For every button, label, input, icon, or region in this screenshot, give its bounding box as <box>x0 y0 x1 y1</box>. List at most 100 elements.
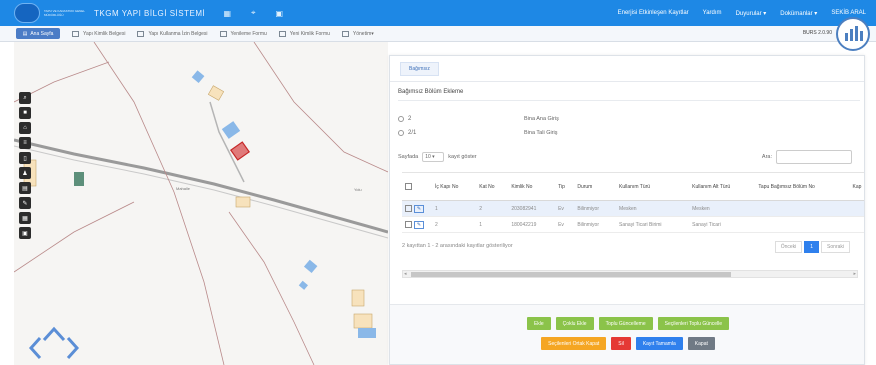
building-beige <box>207 85 225 101</box>
subbar-item-yapi-kullanma[interactable]: Yapı Kullanma İzin Belgesi <box>137 30 208 37</box>
map-search-icon[interactable]: ⌕ <box>19 92 31 104</box>
panel-header: Bağımsız <box>390 56 864 82</box>
building-beige <box>353 313 373 329</box>
subbar-item-yapi-kimlik[interactable]: Yapı Kimlik Belgesi <box>72 30 125 37</box>
subbar-item-yonetim[interactable]: Yönetim ▾ <box>341 30 374 37</box>
page-length-control: Sayfada 10 ▾ kayıt göster <box>398 152 477 162</box>
building-blue <box>221 121 241 139</box>
map-home-icon[interactable]: ⌂ <box>19 122 31 134</box>
col-kullanim-turu[interactable]: Kullanım Türü <box>616 172 690 201</box>
delete-button[interactable]: Sil <box>611 337 631 350</box>
multi-add-button[interactable]: Çoklu Ekle <box>555 317 594 330</box>
building-selected <box>229 141 251 161</box>
road-label: Mahalle <box>176 186 191 191</box>
road-main <box>14 138 388 234</box>
document-icon <box>278 30 286 37</box>
document-icon <box>137 30 145 37</box>
update-selected-button[interactable]: Seçilenleri Toplu Güncelle <box>657 317 730 330</box>
pager-prev[interactable]: Önceki <box>774 241 803 253</box>
col-kap[interactable]: Kap <box>849 172 864 201</box>
sub-toolbar: ▤ Ana Sayfa Yapı Kimlik Belgesi Yapı Kul… <box>0 26 876 42</box>
map-nav-up-icon <box>42 326 66 342</box>
radio-option-2[interactable]: 2 <box>398 116 411 122</box>
parcel-line <box>14 201 135 273</box>
radio-circle[interactable] <box>398 116 404 122</box>
map-list-icon[interactable]: ≡ <box>19 137 31 149</box>
building-icon[interactable]: ▣ <box>271 9 287 18</box>
nav-announcements[interactable]: Duyurular ▾ <box>736 10 767 17</box>
cell-durum: Bilinmiyor <box>574 216 617 233</box>
cell-kimlik: 203082941 <box>508 200 556 217</box>
divider <box>398 100 860 101</box>
info-main-entrance: Bina Ana Giriş <box>524 116 559 122</box>
building-blue <box>358 328 376 338</box>
col-tapu-bb-no[interactable]: Tapu Bağımsız Bölüm No <box>755 172 850 201</box>
horizontal-scrollbar[interactable]: ◂ ▸ <box>402 270 858 278</box>
compass-icon[interactable] <box>836 17 870 51</box>
top-header: TAPU VE KADASTRO GENEL MÜDÜRLÜĞÜ TKGM YA… <box>0 0 876 26</box>
bulk-update-button[interactable]: Toplu Güncelleme <box>598 317 653 330</box>
home-label: Ana Sayfa <box>30 30 54 37</box>
map-print-icon[interactable]: ▯ <box>19 152 31 164</box>
table-row[interactable]: ✎ 2 1 180042219 Ev Bilinmiyor Sanayi Tic… <box>402 216 864 233</box>
nav-help[interactable]: Yardım <box>703 10 722 16</box>
home-button[interactable]: ▤ Ana Sayfa <box>16 28 60 39</box>
col-durum[interactable]: Durum <box>574 172 617 201</box>
close-button[interactable]: Kapat <box>687 337 715 350</box>
cell-kullanim: Sanayi Ticari Birimi <box>616 216 690 233</box>
col-tip[interactable]: Tip <box>555 172 575 201</box>
pager-next[interactable]: Sonraki <box>821 241 850 253</box>
map-canvas[interactable]: Mahalle Yolu ⌕ ■ ⌂ ≡ ▯ ♟ ▤ ✎ ▦ ▣ <box>14 42 388 365</box>
close-selected-button[interactable]: Seçilenleri Ortak Kapat <box>541 337 607 350</box>
cell-durum: Bilinmiyor <box>574 200 617 217</box>
table-row[interactable]: ✎ 1 2 203082941 Ev Bilinmiyor Mesken Mes… <box>402 200 864 217</box>
col-ic-kapi-no[interactable]: İç Kapı No <box>432 172 477 201</box>
parcel-line <box>253 42 388 173</box>
footer-row-2: Seçilenleri Ortak Kapat Sil Kayıt Tamaml… <box>390 337 864 350</box>
scroll-left-icon[interactable]: ◂ <box>404 271 407 278</box>
col-kullanim-alt-turu[interactable]: Kullanım Alt Türü <box>689 172 756 201</box>
edit-icon[interactable]: ✎ <box>414 220 424 229</box>
tab-bagimsiz[interactable]: Bağımsız <box>400 61 439 76</box>
map-layers-icon[interactable]: ▤ <box>19 182 31 194</box>
subbar-item-yenileme[interactable]: Yenileme Formu <box>219 30 267 37</box>
nav-energy[interactable]: Enerjisi Etkinleşen Kayıtlar <box>618 10 689 16</box>
nav-user[interactable]: SEKİB ARAL <box>831 10 866 16</box>
radio-option-2-1[interactable]: 2/1 <box>398 130 416 136</box>
map-fullscreen-icon[interactable]: ▣ <box>19 227 31 239</box>
col-kat-no[interactable]: Kat No <box>476 172 509 201</box>
page-length-select[interactable]: 10 ▾ <box>422 152 445 162</box>
pager-page-1[interactable]: 1 <box>804 241 820 253</box>
nav-documents[interactable]: Dokümanlar ▾ <box>780 10 817 17</box>
grid-icon[interactable]: ▦ <box>219 9 235 18</box>
add-button[interactable]: Ekle <box>526 317 551 330</box>
scroll-right-icon[interactable]: ▸ <box>853 271 856 278</box>
map-report-icon[interactable]: ▦ <box>19 212 31 224</box>
map-nav-right-icon <box>66 336 80 360</box>
subbar-item-yeni-kimlik[interactable]: Yeni Kimlik Formu <box>278 30 330 37</box>
col-kimlik-no[interactable]: Kimlik No <box>508 172 556 201</box>
building-beige <box>235 196 251 208</box>
table-header-row: İç Kapı No Kat No Kimlik No Tip Durum Ku… <box>402 172 864 201</box>
search-input[interactable] <box>776 150 852 164</box>
road-branch <box>209 101 245 183</box>
document-icon <box>72 30 79 37</box>
map-user-icon[interactable]: ♟ <box>19 167 31 179</box>
map-icon[interactable]: ⌖ <box>245 8 261 18</box>
scroll-thumb[interactable] <box>411 272 731 277</box>
logo[interactable]: TAPU VE KADASTRO GENEL MÜDÜRLÜĞÜ <box>14 3 88 23</box>
complete-button[interactable]: Kayıt Tamamla <box>635 337 683 350</box>
edit-icon[interactable]: ✎ <box>414 204 424 213</box>
map-draw-icon[interactable]: ✎ <box>19 197 31 209</box>
header-select-all[interactable] <box>402 172 432 201</box>
map-nav-left-icon <box>28 336 42 360</box>
row-checkbox[interactable] <box>405 221 412 228</box>
info-side-entrance: Bina Tali Giriş <box>524 130 558 136</box>
select-all-checkbox[interactable] <box>405 183 412 190</box>
map-measure-icon[interactable]: ■ <box>19 107 31 119</box>
cell-tip: Ev <box>555 200 575 217</box>
map-toolbar: ⌕ ■ ⌂ ≡ ▯ ♟ ▤ ✎ ▦ ▣ <box>19 92 31 239</box>
panel-footer: Ekle Çoklu Ekle Toplu Güncelleme Seçilen… <box>390 304 864 364</box>
radio-circle[interactable] <box>398 130 404 136</box>
row-checkbox[interactable] <box>405 205 412 212</box>
